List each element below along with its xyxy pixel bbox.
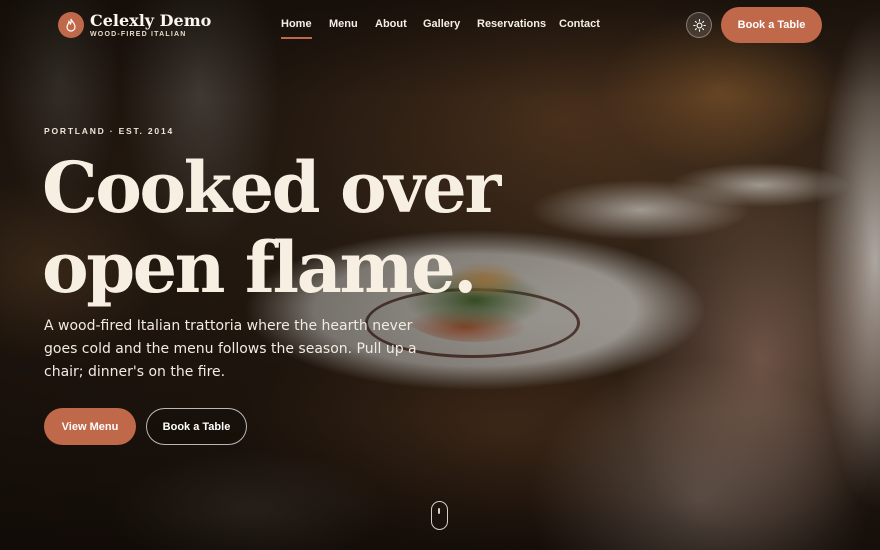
nav-item-home[interactable]: Home: [281, 18, 312, 39]
nav-item-gallery[interactable]: Gallery: [423, 18, 460, 30]
flame-icon[interactable]: [58, 12, 84, 38]
book-table-header-button[interactable]: Book a Table: [721, 7, 822, 43]
nav-item-reservations[interactable]: Reservations: [477, 18, 546, 30]
hero-eyebrow: PORTLAND · EST. 2014: [44, 126, 174, 136]
nav-item-menu[interactable]: Menu: [329, 18, 358, 30]
hero-section: Celexly Demo WOOD-FIRED ITALIAN Home Men…: [0, 0, 880, 550]
nav-item-contact[interactable]: Contact: [559, 18, 600, 30]
brand-name[interactable]: Celexly Demo: [90, 11, 211, 30]
theme-toggle-button[interactable]: [686, 12, 712, 38]
sun-icon: [692, 18, 706, 32]
hero-headline: Cooked over open flame.: [42, 146, 501, 309]
scroll-mouse-icon[interactable]: [431, 501, 448, 530]
view-menu-button[interactable]: View Menu: [44, 408, 136, 445]
site-header: Celexly Demo WOOD-FIRED ITALIAN Home Men…: [0, 0, 880, 50]
nav-item-about[interactable]: About: [375, 18, 407, 30]
book-table-button[interactable]: Book a Table: [146, 408, 247, 445]
hero-description: A wood-fired Italian trattoria where the…: [44, 318, 417, 380]
brand-tagline: WOOD-FIRED ITALIAN: [90, 31, 187, 38]
hero-headline-line-2: open flame.: [42, 226, 477, 309]
hero-headline-line-1: Cooked over: [42, 146, 501, 229]
